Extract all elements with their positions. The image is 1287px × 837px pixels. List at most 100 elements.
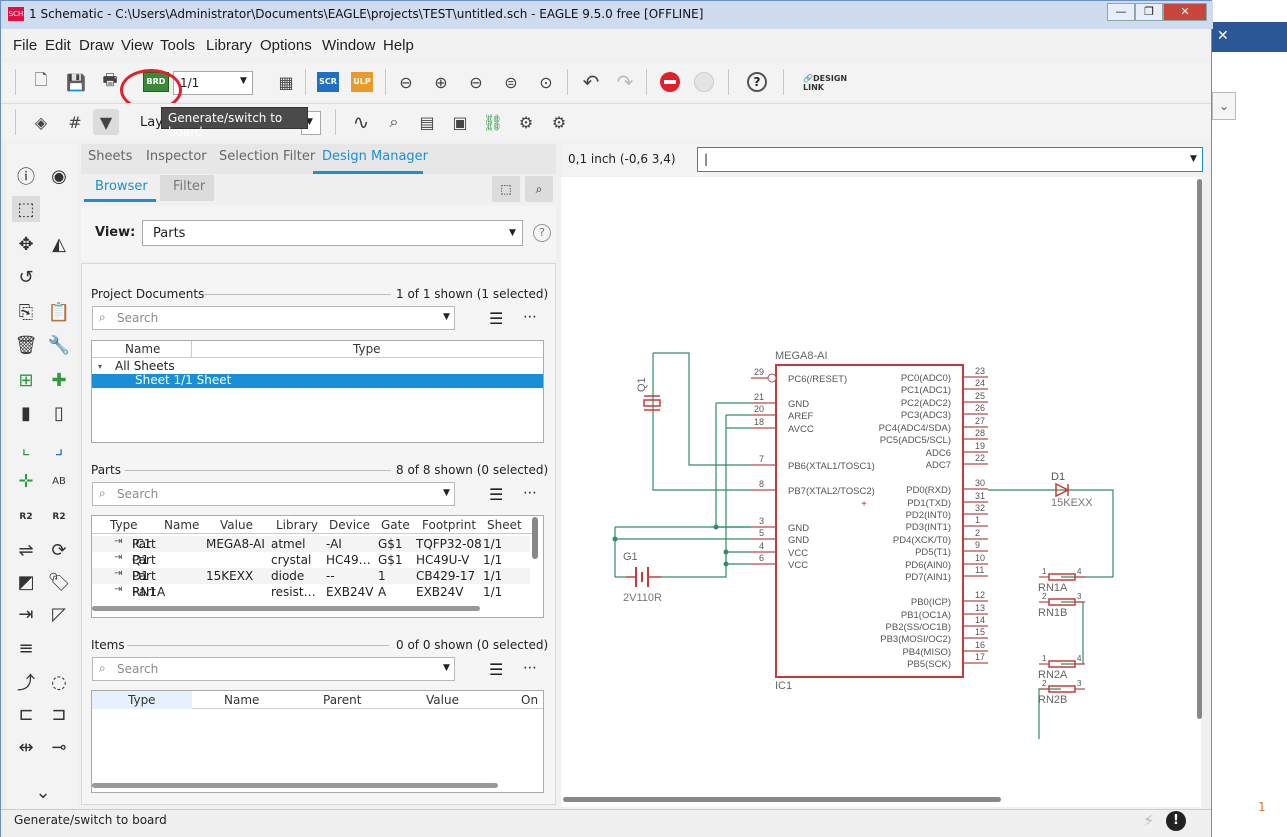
move-icon[interactable]: ✥ [12, 231, 40, 257]
new-file-icon[interactable]: 🗋 [28, 69, 54, 95]
arc-icon[interactable]: ⤴ [12, 669, 40, 695]
delete-icon[interactable]: 🗑 [12, 332, 40, 358]
settings-alt-icon[interactable]: ⚙ [546, 109, 572, 135]
invoke-icon[interactable]: ▯ [45, 400, 73, 426]
project-documents-search[interactable]: ⌕ Search ▼ [92, 306, 455, 330]
column-device[interactable]: Device [329, 518, 370, 532]
scrollbar-horizontal[interactable] [563, 797, 1001, 802]
column-on[interactable]: On [521, 693, 538, 707]
select-icon[interactable]: ⬚ [12, 196, 40, 222]
label-icon[interactable]: AB [45, 468, 73, 494]
command-line-input[interactable]: | ▼ [697, 147, 1203, 172]
view-select[interactable]: Parts ▼ [142, 220, 523, 246]
help-icon[interactable]: ? [747, 72, 767, 92]
errors-icon[interactable]: ▣ [447, 109, 473, 135]
column-type[interactable]: Type [353, 342, 381, 356]
scrollbar-vertical[interactable] [1197, 179, 1202, 719]
menu-view[interactable]: View [121, 37, 153, 54]
settings-icon[interactable]: ⚙ [513, 109, 539, 135]
column-type[interactable]: Type [128, 693, 156, 707]
mirror-icon[interactable]: ◭ [45, 231, 73, 257]
sheet-select[interactable]: 1/1 ▼ [173, 71, 253, 95]
select-in-canvas-icon[interactable]: ⬚ [492, 176, 520, 202]
bus-icon[interactable]: ⌟ [45, 435, 73, 461]
column-footprint[interactable]: Footprint [422, 518, 476, 532]
list-options-icon[interactable]: ☰ [489, 485, 503, 504]
tab-sheets[interactable]: Sheets [88, 149, 132, 164]
attribute-icon[interactable]: ◩ [12, 569, 40, 595]
zoom-redraw-icon[interactable]: ⊜ [498, 69, 524, 95]
menu-file[interactable]: File [13, 37, 37, 54]
scrollbar-horizontal[interactable] [92, 783, 498, 788]
rotate-icon[interactable]: ↺ [12, 264, 40, 290]
wrench-icon[interactable]: 🔧 [45, 332, 73, 358]
menu-edit[interactable]: Edit [45, 37, 71, 54]
net-icon[interactable]: ⌞ [12, 435, 40, 461]
pinswap-icon[interactable]: ⟳ [45, 537, 73, 563]
line-icon[interactable]: ◸ [45, 601, 73, 627]
eye-icon[interactable]: ◉ [45, 163, 73, 189]
polygon-icon[interactable]: ⊐ [45, 701, 73, 727]
list-options-icon[interactable]: ☰ [489, 309, 503, 328]
tab-selection-filter[interactable]: Selection Filter [219, 149, 315, 164]
copy-icon[interactable]: ⎘ [12, 299, 40, 325]
expand-icon[interactable]: ▾ [98, 362, 102, 371]
add-part-icon[interactable]: ⊞ [12, 367, 40, 393]
column-type[interactable]: Type [110, 518, 138, 532]
chevron-down-icon[interactable]: ⌄ [1212, 92, 1236, 120]
circle-icon[interactable]: ◌ [45, 669, 73, 695]
menu-options[interactable]: Options [260, 37, 312, 54]
column-gate[interactable]: Gate [381, 518, 410, 532]
inspect-icon[interactable]: ⌕ [381, 109, 407, 135]
run-script-button[interactable]: SCR [317, 72, 339, 92]
list-options-icon[interactable]: ☰ [489, 660, 503, 679]
scrollbar-horizontal[interactable] [92, 606, 480, 611]
menu-draw[interactable]: Draw [79, 37, 114, 54]
board-layers-icon[interactable]: ▦ [273, 69, 299, 95]
design-link-button[interactable]: 🔗DESIGN LINK [803, 74, 853, 92]
menu-window[interactable]: Window [322, 37, 375, 54]
gateswap-icon[interactable]: ⇌ [12, 537, 40, 563]
split-icon[interactable]: ⇥ [12, 601, 40, 627]
menu-help[interactable]: Help [383, 37, 414, 54]
column-name[interactable]: Name [125, 342, 160, 356]
info-icon[interactable]: ⓘ [12, 163, 40, 189]
close-button[interactable]: ✕ [1163, 3, 1207, 21]
grid-icon[interactable]: # [62, 109, 88, 135]
tag-icon[interactable]: 🏷 [45, 569, 73, 595]
menu-tools[interactable]: Tools [160, 37, 195, 54]
value-icon[interactable]: R2 [45, 504, 73, 530]
zoom-in-icon[interactable]: ⊕ [428, 69, 454, 95]
save-icon[interactable]: 💾 [63, 69, 89, 95]
expand-chevron-icon[interactable]: ⌄ [29, 779, 57, 805]
column-name[interactable]: Name [164, 518, 199, 532]
zoom-fit-icon[interactable]: ⊖ [393, 69, 419, 95]
frame-icon[interactable]: ⊸ [45, 734, 73, 760]
layers-icon[interactable]: ◈ [28, 109, 54, 135]
more-icon[interactable]: ⋯ [523, 660, 537, 676]
dimension-icon[interactable]: ⇹ [12, 734, 40, 760]
column-library[interactable]: Library [276, 518, 318, 532]
zoom-to-icon[interactable]: ⌕ [525, 176, 553, 202]
undo-icon[interactable]: ↶ [578, 69, 604, 95]
schematic-canvas[interactable]: MEGA8-AI IC1 29 PC6(/RESET) 21 GND 20 AREF 18 AVC… [561, 177, 1201, 807]
zoom-select-icon[interactable]: ⊙ [533, 69, 559, 95]
column-value[interactable]: Value [426, 693, 459, 707]
list-item[interactable]: All Sheets [115, 359, 175, 373]
subtab-browser[interactable]: Browser [95, 179, 148, 194]
maximize-button[interactable]: ❐ [1135, 3, 1163, 21]
redo-icon[interactable]: ↷ [612, 69, 638, 95]
scrollbar-vertical[interactable] [532, 517, 538, 559]
stop-icon[interactable] [660, 72, 680, 92]
tab-design-manager[interactable]: Design Manager [322, 149, 428, 164]
replace-icon[interactable]: ▮ [12, 400, 40, 426]
add-gate-icon[interactable]: ✚ [45, 367, 73, 393]
list-item[interactable]: Sheet 1/1 Sheet [135, 373, 231, 387]
alert-icon[interactable]: ! [1166, 811, 1186, 831]
more-icon[interactable]: ⋯ [523, 309, 537, 325]
subtab-filter[interactable]: Filter [173, 179, 205, 194]
go-icon[interactable] [694, 72, 714, 92]
parts-search[interactable]: ⌕ Search ▼ [92, 482, 455, 506]
minimize-button[interactable]: — [1107, 3, 1135, 21]
items-search[interactable]: ⌕ Search ▼ [92, 657, 455, 681]
